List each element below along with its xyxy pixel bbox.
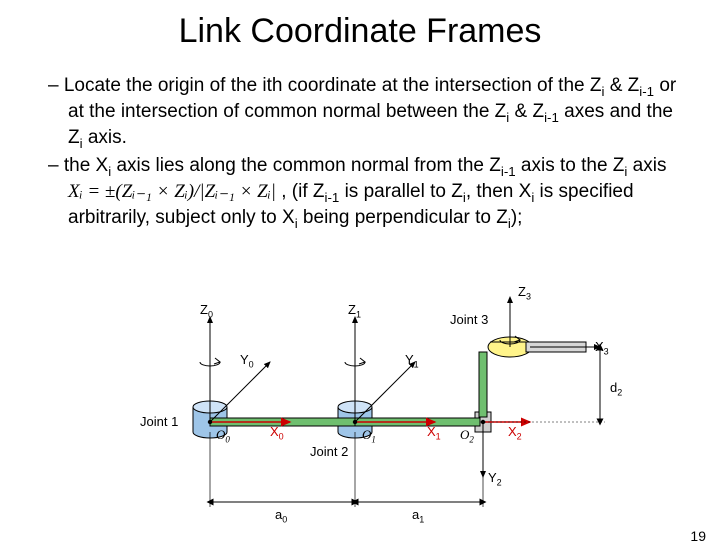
label-z1: Z1 (348, 302, 361, 320)
bullet-list: – Locate the origin of the ith coordinat… (48, 74, 682, 232)
label-o2: O2 (460, 427, 474, 445)
b2-t3: axis to the Z (516, 155, 625, 176)
b1-t4: & Z (509, 101, 544, 122)
bullet-1: – Locate the origin of the ith coordinat… (48, 74, 682, 152)
label-o1: O1 (362, 427, 376, 445)
label-joint3: Joint 3 (450, 312, 488, 327)
label-joint2: Joint 2 (310, 444, 348, 459)
b1-t6: axis. (83, 127, 127, 148)
kinematic-diagram: Z0 Z1 Z3 Y0 Y1 Y2 X0 X1 X2 X3 d2 a0 a1 O… (130, 292, 690, 532)
label-a1: a1 (412, 507, 424, 525)
label-o0: O0 (216, 427, 230, 445)
b2-t7: , then X (466, 181, 532, 202)
b2-t9: being perpendicular to Z (298, 207, 508, 228)
label-joint1: Joint 1 (140, 414, 178, 429)
b2-t5: , (if Z (276, 181, 325, 202)
label-x2: X2 (508, 424, 522, 442)
b2-t10: ); (511, 207, 523, 228)
b2-t4: axis (627, 155, 666, 176)
b2-t2: axis lies along the common normal from t… (111, 155, 501, 176)
label-y2: Y2 (488, 470, 502, 488)
label-d2: d2 (610, 380, 622, 398)
label-x0: X0 (270, 424, 284, 442)
label-a0: a0 (275, 507, 287, 525)
label-z3: Z3 (518, 284, 531, 302)
label-y1: Y1 (405, 352, 419, 370)
page-title: Link Coordinate Frames (0, 12, 720, 51)
label-y0: Y0 (240, 352, 254, 370)
label-x1: X1 (427, 424, 441, 442)
b1-t2: & Z (604, 75, 639, 96)
b1-t1: – Locate the origin of the ith coordinat… (48, 75, 601, 96)
label-z0: Z0 (200, 302, 213, 320)
formula: Xᵢ = ±(Zᵢ₋₁ × Zᵢ)/|Zᵢ₋₁ × Zᵢ| (68, 181, 276, 202)
label-x3: X3 (595, 339, 609, 357)
page-number: 19 (690, 528, 706, 544)
b2-t1: – the X (48, 155, 108, 176)
bullet-2: – the Xi axis lies along the common norm… (48, 154, 682, 232)
b2-t6: is parallel to Z (339, 181, 463, 202)
